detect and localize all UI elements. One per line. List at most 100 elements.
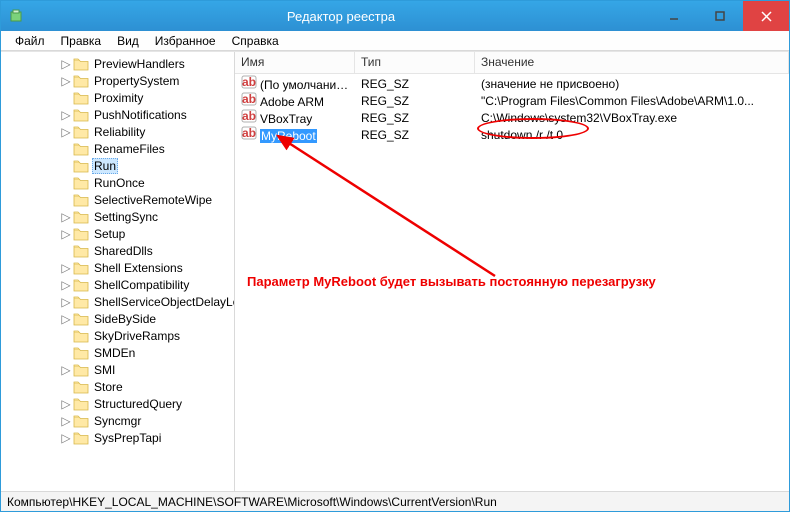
expand-icon[interactable]: ▷ [59,57,73,71]
folder-icon [73,226,89,242]
status-path: Компьютер\HKEY_LOCAL_MACHINE\SOFTWARE\Mi… [7,495,497,509]
tree-item-label: ShellCompatibility [92,278,191,292]
folder-icon [73,175,89,191]
folder-icon [73,345,89,361]
tree-item[interactable]: Proximity [1,89,234,106]
expand-icon[interactable]: ▷ [59,227,73,241]
tree-item[interactable]: SharedDlls [1,242,234,259]
tree-pane: ▷ PreviewHandlers ▷ PropertySystemProximity… [1,52,235,491]
tree-item[interactable]: Store [1,378,234,395]
tree-item[interactable]: RunOnce [1,174,234,191]
titlebar[interactable]: Редактор реестра [1,1,789,31]
expand-icon[interactable]: ▷ [59,261,73,275]
tree-item[interactable]: ▷Syncmgr [1,412,234,429]
menu-file[interactable]: Файл [7,32,53,50]
menu-edit[interactable]: Правка [53,32,110,50]
close-button[interactable] [743,1,789,31]
folder-icon [73,413,89,429]
cell-value: C:\Windows\system32\VBoxTray.exe [475,111,789,125]
statusbar: Компьютер\HKEY_LOCAL_MACHINE\SOFTWARE\Mi… [1,491,789,511]
cell-value: shutdown /r /t 0 [475,128,789,142]
string-value-icon: ab [241,109,257,123]
expand-icon[interactable]: ▷ [59,74,73,88]
menu-favorites[interactable]: Избранное [147,32,224,50]
tree-item[interactable]: ▷ SMI [1,361,234,378]
registry-editor-window: Редактор реестра Файл Правка Вид Избранн… [0,0,790,512]
window-title: Редактор реестра [31,9,651,24]
folder-icon [73,260,89,276]
menubar: Файл Правка Вид Избранное Справка [1,31,789,51]
tree-item[interactable]: SelectiveRemoteWipe [1,191,234,208]
minimize-button[interactable] [651,1,697,31]
column-header-type[interactable]: Тип [355,52,475,73]
tree-item[interactable]: ▷ Reliability [1,123,234,140]
tree-item-label: SMI [92,363,117,377]
svg-text:ab: ab [242,109,256,123]
folder-icon [73,73,89,89]
folder-icon [73,430,89,446]
tree-item[interactable]: ▷Shell Extensions [1,259,234,276]
expand-icon[interactable]: ▷ [59,295,73,309]
expand-icon[interactable]: ▷ [59,210,73,224]
tree-item-label: Reliability [92,125,147,139]
cell-name: abVBoxTray [235,109,355,126]
cell-type: REG_SZ [355,77,475,91]
tree-view[interactable]: ▷ PreviewHandlers ▷ PropertySystemProximity… [1,52,234,491]
tree-item-label: PropertySystem [92,74,181,88]
folder-icon [73,209,89,225]
expand-icon[interactable]: ▷ [59,431,73,445]
expand-icon[interactable]: ▷ [59,312,73,326]
expand-icon[interactable]: ▷ [59,108,73,122]
expand-icon[interactable]: ▷ [59,397,73,411]
string-value-icon: ab [241,126,257,140]
tree-item-label: StructuredQuery [92,397,184,411]
column-header-value[interactable]: Значение [475,52,789,73]
svg-text:ab: ab [242,126,256,140]
tree-item[interactable]: ▷SettingSync [1,208,234,225]
tree-item[interactable]: ▷ PreviewHandlers [1,55,234,72]
menu-view[interactable]: Вид [109,32,147,50]
tree-item-label: RenameFiles [92,142,167,156]
cell-name: ab(По умолчанию) [235,75,355,92]
tree-item[interactable]: ▷ PropertySystem [1,72,234,89]
column-header-name[interactable]: Имя [235,52,355,73]
folder-icon [73,277,89,293]
tree-item[interactable]: Run [1,157,234,174]
list-row[interactable]: abMyRebootREG_SZshutdown /r /t 0 [235,126,789,143]
cell-name: abAdobe ARM [235,92,355,109]
folder-icon [73,328,89,344]
tree-item-label: ShellServiceObjectDelayLoad [92,295,234,309]
expand-icon[interactable]: ▷ [59,414,73,428]
tree-item[interactable]: ▷SysPrepTapi [1,429,234,446]
expand-icon[interactable]: ▷ [59,363,73,377]
tree-item-label: RunOnce [92,176,147,190]
expand-icon[interactable]: ▷ [59,278,73,292]
tree-item[interactable]: ▷PushNotifications [1,106,234,123]
tree-item[interactable]: ▷Setup [1,225,234,242]
cell-value: (значение не присвоено) [475,77,789,91]
folder-icon [73,243,89,259]
cell-value: "C:\Program Files\Common Files\Adobe\ARM… [475,94,789,108]
list-body[interactable]: ab(По умолчанию)REG_SZ(значение не присв… [235,74,789,491]
tree-item[interactable]: SMDEn [1,344,234,361]
list-row[interactable]: ab(По умолчанию)REG_SZ(значение не присв… [235,75,789,92]
menu-help[interactable]: Справка [224,32,287,50]
list-row[interactable]: abAdobe ARMREG_SZ"C:\Program Files\Commo… [235,92,789,109]
tree-item-label: PreviewHandlers [92,57,187,71]
tree-item[interactable]: SkyDriveRamps [1,327,234,344]
app-icon [1,8,31,24]
tree-item[interactable]: RenameFiles [1,140,234,157]
window-controls [651,1,789,31]
tree-item[interactable]: ▷SideBySide [1,310,234,327]
expand-icon[interactable]: ▷ [59,125,73,139]
cell-type: REG_SZ [355,94,475,108]
tree-item[interactable]: ▷ ShellCompatibility [1,276,234,293]
folder-icon [73,107,89,123]
list-row[interactable]: abVBoxTrayREG_SZC:\Windows\system32\VBox… [235,109,789,126]
maximize-button[interactable] [697,1,743,31]
folder-icon [73,141,89,157]
tree-item[interactable]: ▷ StructuredQuery [1,395,234,412]
folder-icon [73,90,89,106]
tree-item-label: SelectiveRemoteWipe [92,193,214,207]
tree-item[interactable]: ▷ ShellServiceObjectDelayLoad [1,293,234,310]
